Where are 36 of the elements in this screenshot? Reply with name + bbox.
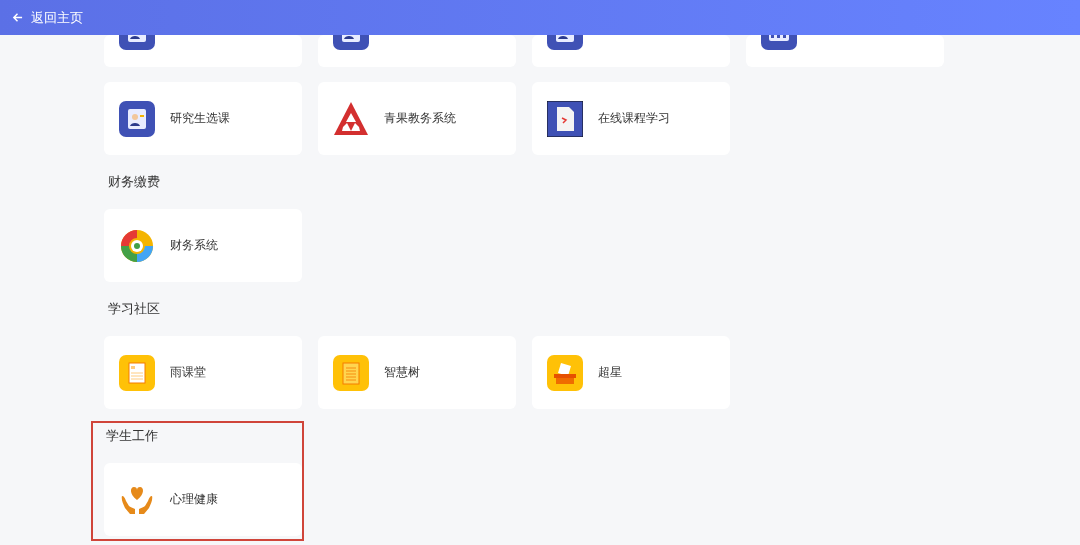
app-card[interactable]	[318, 35, 516, 67]
app-card[interactable]: 心理健康	[104, 463, 302, 536]
app-name: 雨课堂	[170, 365, 206, 380]
app-card[interactable]: 研究生选课	[104, 82, 302, 155]
app-card[interactable]	[104, 35, 302, 67]
person-card-icon	[547, 35, 583, 50]
note-icon	[119, 354, 155, 391]
person-card-icon	[119, 100, 155, 137]
section-title: 财务缴费	[107, 173, 161, 191]
notepad-icon	[333, 354, 369, 391]
person-card-icon	[119, 35, 155, 50]
app-card[interactable]	[746, 35, 944, 67]
app-card[interactable]: 超星	[532, 336, 730, 409]
section-title: 学习社区	[107, 300, 161, 318]
app-name: 研究生选课	[170, 111, 230, 126]
app-name: 超星	[598, 365, 622, 380]
app-card[interactable]: 青果教务系统	[318, 82, 516, 155]
document-icon	[547, 100, 583, 137]
triangle-icon	[333, 100, 369, 137]
card-icon	[761, 35, 797, 50]
swirl-icon	[119, 227, 155, 264]
app-card[interactable]: 智慧树	[318, 336, 516, 409]
app-card[interactable]: 在线课程学习	[532, 82, 730, 155]
app-name: 心理健康	[170, 492, 218, 507]
app-name: 在线课程学习	[598, 111, 670, 126]
app-name: 财务系统	[170, 238, 218, 253]
person-card-icon	[333, 35, 369, 50]
app-name: 智慧树	[384, 365, 420, 380]
app-name: 青果教务系统	[384, 111, 456, 126]
box-icon	[547, 354, 583, 391]
back-arrow-icon	[12, 12, 23, 23]
back-button[interactable]: 返回主页	[0, 0, 83, 35]
app-card[interactable]: 雨课堂	[104, 336, 302, 409]
app-card[interactable]: 财务系统	[104, 209, 302, 282]
section-title: 学生工作	[105, 427, 159, 445]
app-card[interactable]	[532, 35, 730, 67]
